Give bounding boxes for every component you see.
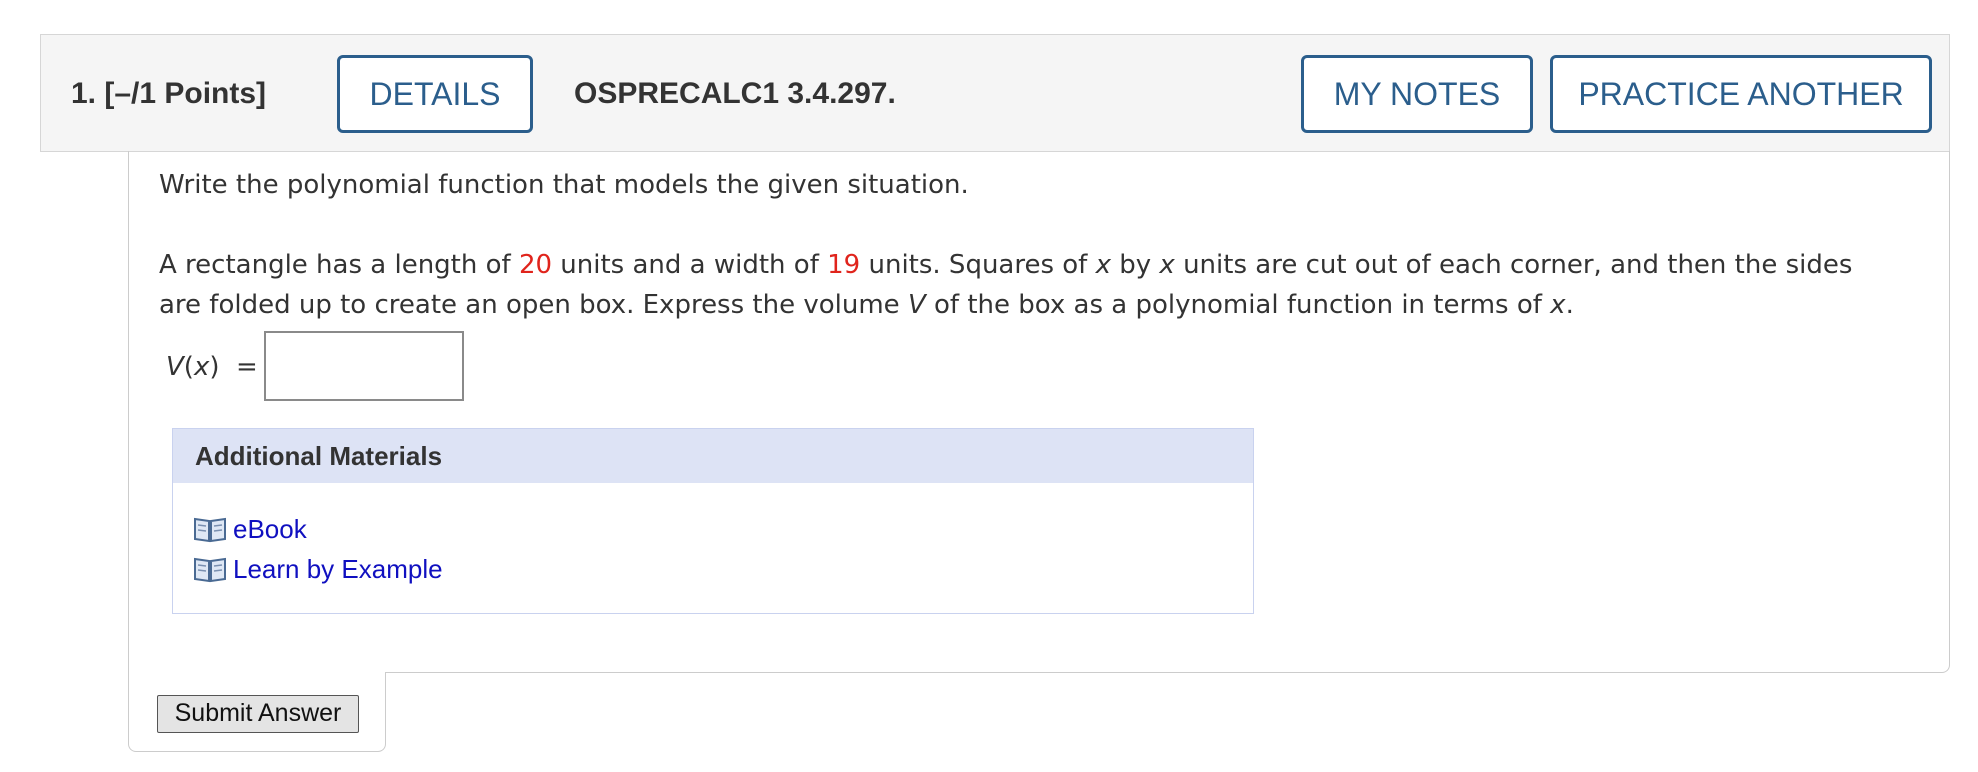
details-button[interactable]: DETAILS — [337, 55, 533, 133]
answer-label-x: x — [193, 352, 210, 382]
answer-label-v: V — [166, 352, 184, 382]
learn-by-example-label[interactable]: Learn by Example — [233, 554, 443, 585]
answer-label: V(x) = — [166, 352, 258, 382]
question-code: OSPRECALC1 3.4.297. — [574, 77, 896, 110]
problem-text: A rectangle has a length of — [159, 250, 519, 280]
question-header: 1. [–/1 Points] DETAILS OSPRECALC1 3.4.2… — [40, 34, 1950, 152]
question-intro: Write the polynomial function that model… — [159, 170, 969, 200]
width-value: 19 — [827, 250, 861, 280]
ebook-label[interactable]: eBook — [233, 514, 307, 545]
materials-list: eBook Learn by Example — [173, 483, 1253, 589]
learn-by-example-link[interactable]: Learn by Example — [193, 549, 1253, 589]
problem-text: units and a width of — [552, 250, 828, 280]
question-points: 1. [–/1 Points] — [71, 77, 267, 110]
variable-x: x — [1159, 250, 1175, 280]
problem-text: by — [1111, 250, 1160, 280]
book-icon — [194, 517, 226, 543]
submit-tab-join — [129, 670, 385, 674]
additional-materials-heading: Additional Materials — [173, 429, 1253, 483]
problem-text: of the box as a polynomial function in t… — [925, 290, 1551, 320]
answer-input[interactable] — [264, 331, 464, 401]
problem-text: units. Squares of — [860, 250, 1096, 280]
book-icon — [194, 557, 226, 583]
my-notes-button[interactable]: MY NOTES — [1301, 55, 1533, 133]
problem-statement: A rectangle has a length of 20 units and… — [159, 245, 1899, 325]
ebook-link[interactable]: eBook — [193, 509, 1253, 549]
submit-answer-button[interactable]: Submit Answer — [157, 695, 359, 733]
additional-materials-panel: Additional Materials eBook Learn by Exam… — [172, 428, 1254, 614]
practice-another-button[interactable]: PRACTICE ANOTHER — [1550, 55, 1932, 133]
problem-text: . — [1565, 290, 1574, 320]
variable-x: x — [1550, 290, 1566, 320]
variable-x: x — [1095, 250, 1111, 280]
variable-v: V — [907, 290, 926, 320]
length-value: 20 — [518, 250, 553, 280]
